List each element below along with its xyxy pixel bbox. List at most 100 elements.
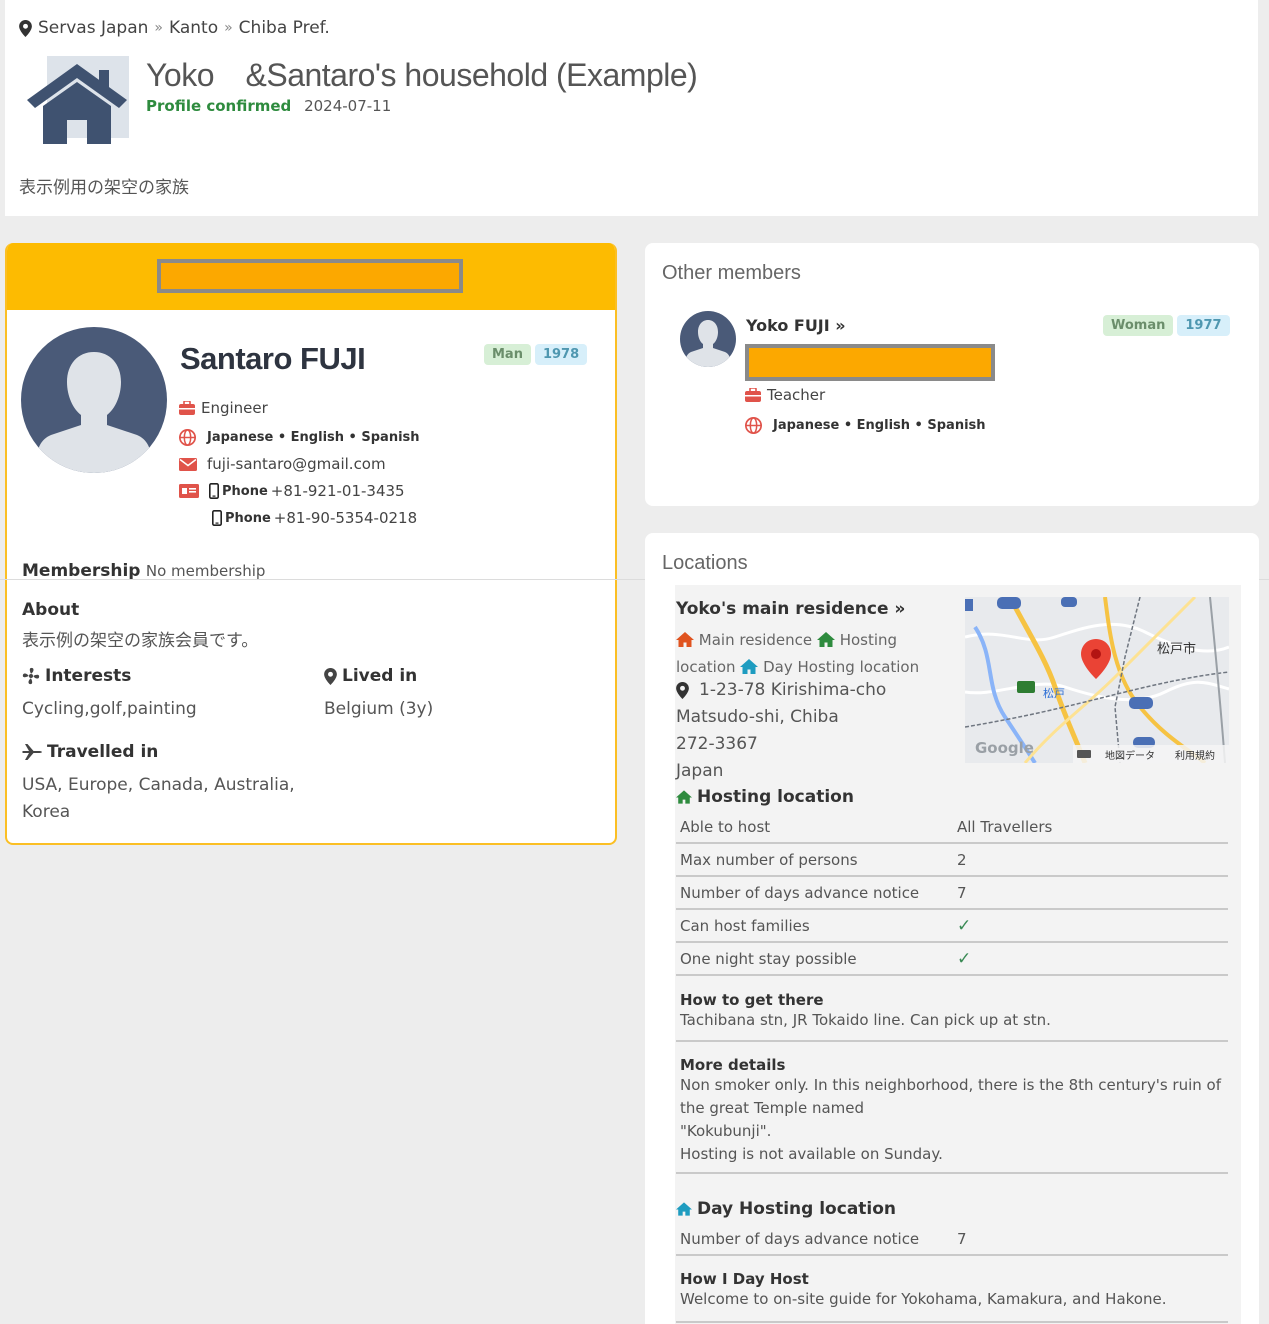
how-to-get-there-text: Tachibana stn, JR Tokaido line. Can pick… xyxy=(680,1011,1051,1029)
home-icon xyxy=(676,632,694,647)
other-occupation: Teacher xyxy=(767,386,826,404)
redacted-field xyxy=(745,344,995,381)
gender-badge: Woman xyxy=(1103,315,1174,336)
briefcase-icon xyxy=(745,388,761,402)
location-map[interactable]: 松戸市 松戸 Google 地図データ 利用規約 xyxy=(965,597,1229,763)
birth-year-badge: 1978 xyxy=(534,344,588,365)
contact-card-icon xyxy=(179,484,199,498)
fan-icon xyxy=(22,667,40,685)
birth-year-badge: 1977 xyxy=(1177,315,1230,336)
map-pin-icon xyxy=(676,682,689,699)
day-host-block: How I Day Host Welcome to on-site guide … xyxy=(676,1270,1228,1323)
avatar xyxy=(21,327,167,473)
address: 1-23-78 Kirishima-cho Matsudo-shi, Chiba… xyxy=(676,677,886,785)
other-member-link[interactable]: Yoko FUJI » xyxy=(746,316,846,335)
membership-row: Membership No membership xyxy=(22,561,265,581)
map-pin-icon xyxy=(19,19,32,37)
how-to-get-there-label: How to get there xyxy=(680,991,824,1009)
breadcrumb-separator: » xyxy=(154,20,163,36)
map-pin-icon xyxy=(324,667,337,685)
map-google-logo: Google xyxy=(975,739,1034,757)
gender-badge: Man xyxy=(484,344,531,365)
hosting-location-heading: Hosting location xyxy=(676,787,854,807)
address-line: 272-3367 xyxy=(676,734,758,754)
residence-link[interactable]: Yoko's main residence » xyxy=(676,599,905,619)
languages: Japanese • English • Spanish xyxy=(207,430,420,445)
how-to-get-there-block: How to get there Tachibana stn, JR Tokai… xyxy=(676,991,1228,1042)
home-icon xyxy=(740,659,759,674)
occupation-row: Engineer xyxy=(179,399,268,417)
table-row: Number of days advance notice 7 xyxy=(676,1223,1228,1256)
profile-status: Profile confirmed 2024-07-11 xyxy=(146,97,391,115)
member-card: Santaro FUJI Man 1978 Engineer Japanese … xyxy=(5,243,617,845)
phone-label: Phone xyxy=(225,510,271,526)
lived-in-label: Lived in xyxy=(342,666,418,686)
map-city-label: 松戸市 xyxy=(1157,641,1196,657)
home-icon xyxy=(816,632,835,647)
phone-row-2: Phone +81-90-5354-0218 xyxy=(212,509,417,527)
table-row: Max number of persons 2 xyxy=(676,844,1228,877)
phone-number-2[interactable]: +81-90-5354-0218 xyxy=(274,509,417,527)
email-link[interactable]: fuji-santaro@gmail.com xyxy=(207,455,386,473)
airplane-icon xyxy=(22,744,42,760)
mobile-phone-icon xyxy=(209,483,219,499)
other-members-card: Other members Yoko FUJI » Woman 1977 Tea… xyxy=(645,243,1259,506)
home-icon xyxy=(676,1202,692,1216)
interests-label: Interests xyxy=(45,666,132,686)
phone-number-1[interactable]: +81-921-01-3435 xyxy=(271,482,405,500)
globe-icon xyxy=(179,429,196,446)
table-row: Number of days advance notice 7 xyxy=(676,877,1228,910)
address-line: 1-23-78 Kirishima-cho xyxy=(699,680,887,700)
other-languages: Japanese • English • Spanish xyxy=(773,418,986,433)
day-host-label: How I Day Host xyxy=(680,1270,809,1288)
travelled-heading: Travelled in xyxy=(22,742,158,762)
day-hosting-heading-label: Day Hosting location xyxy=(697,1199,897,1219)
breadcrumb-country[interactable]: Servas Japan xyxy=(38,18,148,38)
travelled-label: Travelled in xyxy=(47,742,159,762)
more-details-text: Hosting is not available on Sunday. xyxy=(680,1145,943,1163)
lived-in-heading: Lived in xyxy=(324,666,417,686)
table-row: One night stay possible ✓ xyxy=(676,943,1228,976)
envelope-icon xyxy=(179,457,197,471)
globe-icon xyxy=(745,417,762,434)
other-member-badges: Woman 1977 xyxy=(1103,315,1230,336)
day-hosting-heading: Day Hosting location xyxy=(676,1199,896,1219)
map-terms-link[interactable]: 利用規約 xyxy=(1175,749,1215,762)
profile-confirmed-label: Profile confirmed xyxy=(146,97,292,115)
membership-label: Membership xyxy=(22,561,141,581)
keyboard-shortcuts-icon[interactable] xyxy=(1077,750,1091,758)
home-icon xyxy=(676,790,692,804)
interests-heading: Interests xyxy=(22,666,131,686)
phone-row-1: Phone +81-921-01-3435 xyxy=(179,482,405,500)
lived-in-text: Belgium (3y) xyxy=(324,699,434,719)
other-members-title: Other members xyxy=(662,262,801,284)
more-details-label: More details xyxy=(680,1056,786,1074)
avatar xyxy=(680,311,736,367)
member-name: Santaro FUJI xyxy=(180,341,366,376)
map-station-label: 松戸 xyxy=(1043,686,1065,700)
household-description: 表示例用の架空の家族 xyxy=(19,178,189,198)
briefcase-icon xyxy=(179,401,195,415)
house-icon xyxy=(27,56,129,144)
day-host-text: Welcome to on-site guide for Yokohama, K… xyxy=(680,1290,1167,1308)
map-data-attribution: 地図データ xyxy=(1105,749,1155,762)
check-icon: ✓ xyxy=(957,948,972,969)
hosting-heading-label: Hosting location xyxy=(697,787,854,807)
check-icon: ✓ xyxy=(957,915,972,936)
member-badges: Man 1978 xyxy=(484,344,588,365)
travelled-text: USA, Europe, Canada, Australia, Korea xyxy=(22,775,295,822)
tag-main-residence: Main residence xyxy=(698,631,813,649)
other-languages-row: Japanese • English • Spanish xyxy=(745,417,986,434)
other-occupation-row: Teacher xyxy=(745,386,825,404)
redacted-field xyxy=(157,259,463,293)
interests-text: Cycling,golf,painting xyxy=(22,699,197,719)
tag-day-hosting-location: Day Hosting location xyxy=(763,658,920,676)
household-title: Yoko &Santaro's household (Example) xyxy=(146,57,698,93)
languages-row: Japanese • English • Spanish xyxy=(179,429,420,446)
table-row: Able to host All Travellers xyxy=(676,811,1228,844)
residence-tags: Main residence Hosting location Day Host… xyxy=(676,627,946,681)
email-row: fuji-santaro@gmail.com xyxy=(179,455,386,473)
breadcrumb-region[interactable]: Kanto xyxy=(169,18,218,38)
about-text: 表示例の架空の家族会員です。 xyxy=(22,631,259,651)
breadcrumb-prefecture[interactable]: Chiba Pref. xyxy=(239,18,330,38)
